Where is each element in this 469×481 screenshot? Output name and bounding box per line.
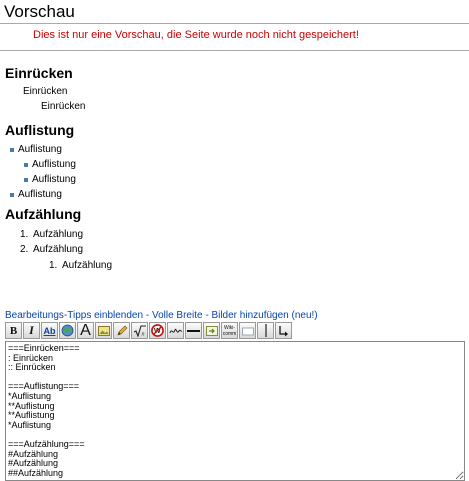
bullet-icon xyxy=(10,193,14,197)
pencil-icon[interactable] xyxy=(113,322,130,339)
edit-links-bar: Bearbeitungs-Tipps einblenden - Volle Br… xyxy=(5,310,318,321)
svg-text:W: W xyxy=(154,328,161,335)
bullet-icon xyxy=(24,178,28,182)
wiki-comment-icon[interactable]: Wiki-comm xyxy=(221,322,238,339)
heading-indent: Einrücken xyxy=(5,65,73,81)
internal-link-icon[interactable]: Ab xyxy=(41,322,58,339)
bullet-icon xyxy=(10,148,14,152)
preview-divider xyxy=(0,50,469,51)
return-arrow-icon[interactable] xyxy=(275,322,292,339)
enum-number-2: 2. xyxy=(20,244,29,255)
pipe-icon[interactable] xyxy=(257,322,274,339)
toggle-edit-tips-link[interactable]: Bearbeitungs-Tipps einblenden xyxy=(5,310,143,321)
italic-icon[interactable]: I xyxy=(23,322,40,339)
list-item-3: Auflistung xyxy=(32,174,76,185)
link-separator: - xyxy=(143,310,152,321)
globe-link-icon[interactable] xyxy=(59,322,76,339)
edit-toolbar: B I Ab A n W Wiki-comm xyxy=(5,322,293,340)
enum-item-1: Aufzählung xyxy=(33,229,84,240)
list-item-2: Auflistung xyxy=(32,159,76,170)
embedded-image-icon[interactable] xyxy=(95,322,112,339)
wikitext-editor[interactable]: ===Einrücken=== : Einrücken :: Einrücken… xyxy=(5,341,465,481)
enum-number-1: 1. xyxy=(20,229,29,240)
preview-warning: Dies ist nur eine Vorschau, die Seite wu… xyxy=(33,29,359,41)
title-divider xyxy=(0,23,469,24)
blank-icon[interactable] xyxy=(239,322,256,339)
full-width-link[interactable]: Volle Breite xyxy=(152,310,203,321)
heading-enum: Aufzählung xyxy=(5,206,82,222)
list-item-1: Auflistung xyxy=(18,144,62,155)
heading-list: Auflistung xyxy=(5,122,75,138)
math-formula-icon[interactable]: n xyxy=(131,322,148,339)
indent-line-2: Einrücken xyxy=(41,101,86,112)
signature-icon[interactable] xyxy=(167,322,184,339)
enum-item-3: Aufzählung xyxy=(62,260,113,271)
enum-item-2: Aufzählung xyxy=(33,244,84,255)
big-letter-icon[interactable]: A xyxy=(77,322,94,339)
indent-line-1: Einrücken xyxy=(23,86,68,97)
bullet-icon xyxy=(24,163,28,167)
svg-text:n: n xyxy=(141,331,144,337)
list-item-4: Auflistung xyxy=(18,189,62,200)
nowiki-icon[interactable]: W xyxy=(149,322,166,339)
insert-arrow-icon[interactable] xyxy=(203,322,220,339)
enum-number-3: 1. xyxy=(49,260,58,271)
page-title: Vorschau xyxy=(4,2,75,21)
add-images-link[interactable]: Bilder hinzufügen (neu!) xyxy=(211,310,317,321)
bold-icon[interactable]: B xyxy=(5,322,22,339)
horizontal-line-icon[interactable] xyxy=(185,322,202,339)
